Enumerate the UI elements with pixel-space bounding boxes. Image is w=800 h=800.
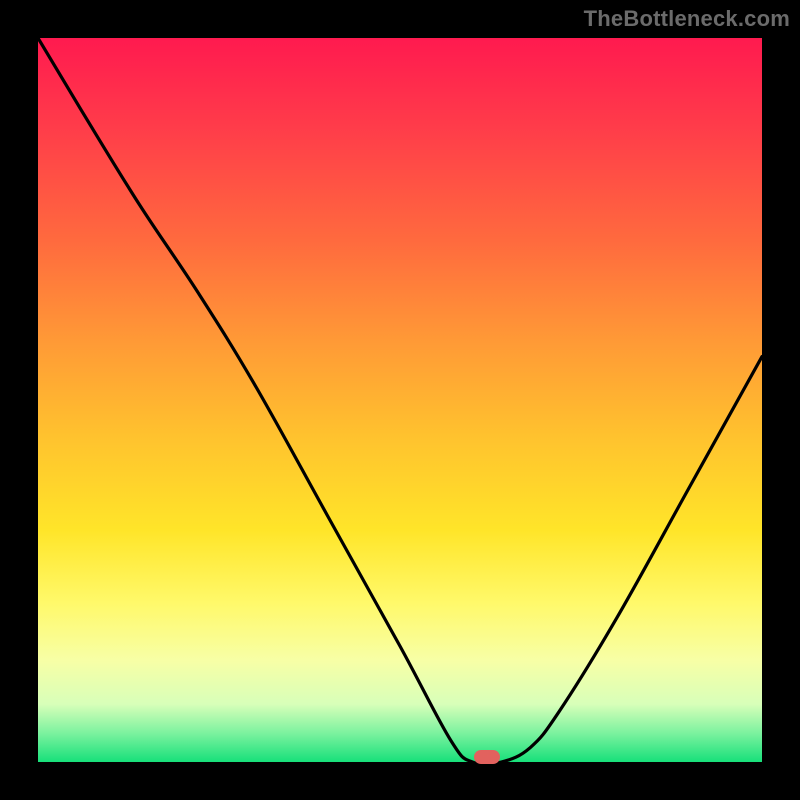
chart-frame: TheBottleneck.com xyxy=(0,0,800,800)
optimal-point-marker xyxy=(474,750,500,764)
watermark-text: TheBottleneck.com xyxy=(584,6,790,32)
plot-area xyxy=(38,38,762,762)
bottleneck-curve xyxy=(38,38,762,762)
